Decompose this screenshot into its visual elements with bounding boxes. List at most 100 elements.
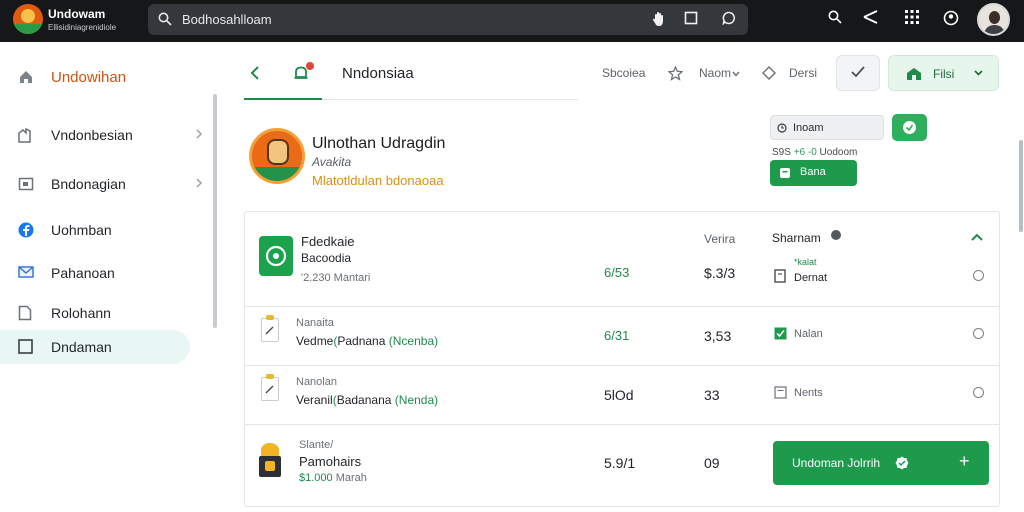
app-subtitle: Ellisidiniagrenidiole — [48, 23, 117, 32]
search-bar[interactable]: Bodhosahlloam — [148, 4, 748, 35]
row-subtitle: Bacoodia — [301, 251, 352, 265]
tag-icon — [779, 167, 791, 179]
primary-side-button[interactable]: Bana — [770, 160, 857, 186]
sidebar-item-3[interactable]: Bndonagian — [0, 167, 212, 201]
row-status: Nents — [794, 387, 823, 399]
square-icon — [18, 339, 33, 354]
window-icon[interactable] — [684, 11, 698, 25]
meta-prefix: S9S — [772, 147, 791, 158]
info-icon[interactable] — [831, 230, 841, 240]
folder-home-icon — [906, 67, 922, 81]
sidebar-item-label: Uohmban — [51, 222, 112, 238]
sidebar-item-label: Dndaman — [51, 339, 112, 355]
version-action[interactable]: Dersi — [789, 66, 817, 80]
items-table: Fdedkaie Bacoodia '2.230 Mantari 6/53 Ve… — [244, 211, 1000, 507]
row-value-2: 3,53 — [704, 328, 732, 344]
shopping-bag-icon — [259, 443, 281, 477]
page-title: Nndonsiaa — [342, 65, 414, 82]
menu-action[interactable]: Naom — [699, 66, 731, 80]
row-title: Nanolan — [296, 376, 337, 388]
side-input-field[interactable]: Inoam — [770, 115, 884, 140]
row-action-button[interactable]: Undoman Jolrrih + — [773, 441, 989, 485]
sidebar-item-6[interactable]: Rolohann — [0, 296, 212, 330]
active-tab-indicator — [244, 98, 322, 100]
row-title: Slante/ — [299, 439, 334, 451]
profile-logo — [249, 128, 305, 184]
share-icon[interactable] — [863, 10, 879, 24]
chevron-down-icon — [974, 70, 983, 76]
add-icon: + — [959, 451, 970, 471]
account-icon[interactable] — [943, 10, 959, 26]
app-icon — [259, 236, 293, 276]
status-doc-icon — [774, 386, 787, 399]
row-meta: '2.230 Mantari — [301, 272, 371, 284]
badge-check-icon — [895, 456, 909, 470]
row-radio[interactable] — [973, 387, 984, 398]
search-icon — [158, 12, 172, 26]
top-bar: Undowam Ellisidiniagrenidiole Bodhosahll… — [0, 0, 1024, 42]
home-icon — [18, 69, 34, 85]
back-arrow-icon[interactable] — [250, 66, 260, 80]
sidebar-item-label: Vndonbesian — [51, 127, 133, 143]
column-header-1: Verira — [704, 232, 736, 246]
star-icon[interactable] — [668, 66, 683, 81]
status-action[interactable]: Sbcoiea — [602, 66, 645, 80]
row-radio[interactable] — [973, 270, 984, 281]
table-row[interactable]: Nanaita Vedme(Padnana (Ncenba) 6/31 3,53… — [245, 307, 999, 366]
user-avatar[interactable] — [977, 3, 1010, 36]
row-value-2: $.3/3 — [704, 265, 736, 281]
row-value-2: 33 — [704, 387, 720, 403]
chevron-right-icon — [195, 129, 203, 139]
clipboard-icon — [261, 374, 279, 401]
sidebar-item-home[interactable]: Undowihan — [0, 60, 212, 94]
notification-icon[interactable] — [292, 62, 314, 82]
sidebar-item-label: Undowihan — [51, 69, 127, 86]
row-title: Fdedkaie — [301, 234, 355, 249]
row-meta: $1.000 Marah — [299, 472, 367, 484]
go-button[interactable] — [892, 114, 927, 141]
row-value-1: 6/53 — [604, 265, 630, 280]
chevron-up-icon[interactable] — [971, 233, 983, 241]
facebook-icon — [18, 222, 34, 238]
search-icon[interactable] — [828, 10, 842, 24]
row-radio[interactable] — [973, 328, 984, 339]
meta-text: Uodoom — [819, 147, 858, 158]
app-name: Undowam — [48, 7, 106, 21]
approve-button[interactable] — [836, 55, 880, 91]
row-subtitle: Vedme(Padnana (Ncenba) — [296, 334, 439, 348]
building-icon — [18, 127, 34, 143]
row-subtitle: Veranil(Badanana (Nenda) — [296, 393, 439, 407]
row-status: Nalan — [794, 328, 823, 340]
table-row[interactable]: Nanolan Veranil(Badanana (Nenda) 5lOd 33… — [245, 366, 999, 425]
row-value-1: 5.9/1 — [604, 455, 636, 471]
row-value-2: 09 — [704, 455, 720, 471]
row-action-label: Undoman Jolrrih — [792, 456, 881, 470]
row-title: Nanaita — [296, 317, 334, 329]
diamond-icon[interactable] — [762, 66, 776, 80]
mail-icon — [18, 265, 34, 279]
search-input[interactable]: Bodhosahlloam — [182, 12, 272, 27]
hand-icon[interactable] — [652, 11, 666, 27]
status-doc-icon — [774, 269, 786, 283]
column-header-2: Sharnam — [772, 231, 821, 245]
chevron-down-icon — [732, 71, 740, 77]
files-label: Filsi — [933, 67, 955, 81]
sidebar-item-4[interactable]: Uohmban — [0, 213, 212, 247]
sidebar-item-2[interactable]: Vndonbesian — [0, 118, 212, 152]
sidebar-item-label: Bndonagian — [51, 176, 126, 192]
table-row[interactable]: Slante/ Pamohairs $1.000 Marah 5.9/1 09 … — [245, 425, 999, 506]
main-content: Nndonsiaa Sbcoiea Naom Dersi Filsi Ulnot… — [216, 42, 1024, 512]
row-value-1: 5lOd — [604, 387, 634, 403]
app-logo[interactable] — [13, 4, 43, 34]
table-row[interactable]: Fdedkaie Bacoodia '2.230 Mantari 6/53 Ve… — [245, 212, 999, 307]
files-button[interactable]: Filsi — [888, 55, 999, 91]
page-scrollbar[interactable] — [1019, 140, 1023, 232]
side-input-value: Inoam — [793, 122, 824, 134]
comment-icon[interactable] — [722, 11, 736, 25]
meta-delta: +6 -0 — [793, 147, 817, 158]
sidebar-item-active[interactable]: Dndaman — [0, 330, 190, 364]
apps-grid-icon[interactable] — [905, 10, 919, 24]
sidebar-item-5[interactable]: Pahanoan — [0, 256, 212, 290]
notification-dot — [306, 62, 314, 70]
row-value-1: 6/31 — [604, 328, 630, 343]
